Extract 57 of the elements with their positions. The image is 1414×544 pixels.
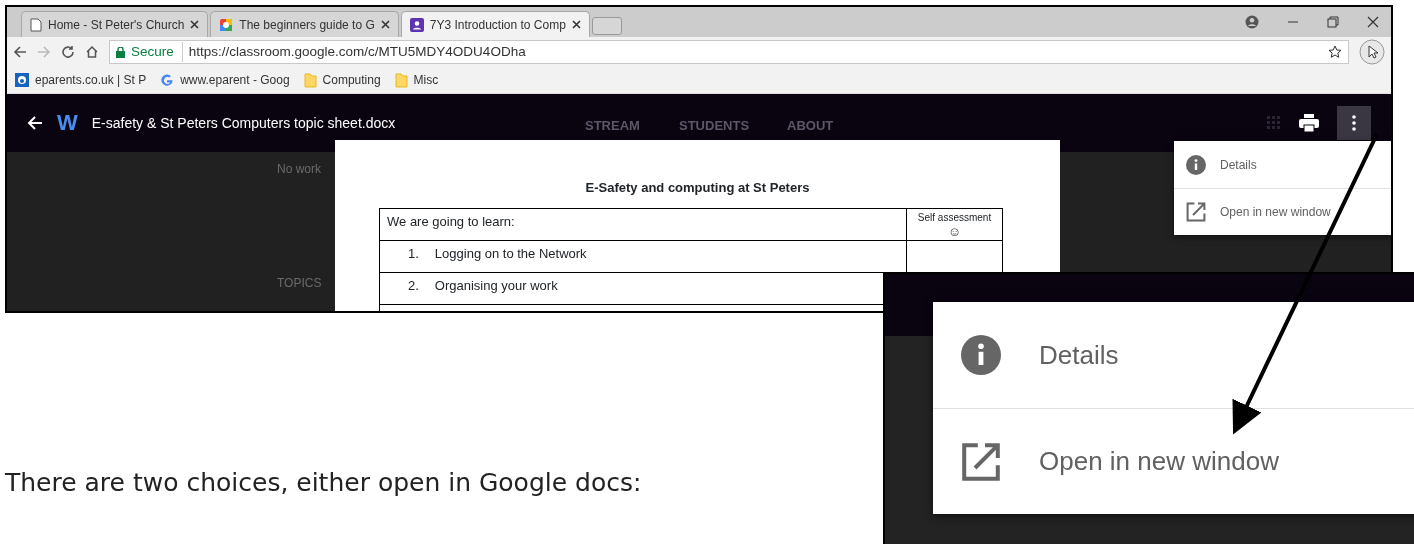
cursor-extension-icon[interactable] — [1359, 39, 1385, 65]
faded-nav-label: STUDENTS — [679, 117, 750, 135]
caption-text: There are two choices, either open in Google docs: — [5, 467, 642, 499]
bookmark[interactable]: Misc — [394, 71, 439, 89]
home-icon[interactable] — [85, 45, 99, 59]
document-heading: E-Safety and computing at St Peters — [584, 179, 811, 197]
file-type-letter: W — [57, 112, 78, 134]
g-logo-icon — [160, 73, 175, 87]
close-icon[interactable] — [1367, 16, 1379, 28]
person-square-icon — [409, 17, 424, 32]
padlock-icon — [116, 46, 125, 58]
list-item-text: Logging on to the Network — [434, 244, 587, 263]
page-icon — [30, 17, 42, 32]
info-icon — [1186, 154, 1206, 175]
menu-item[interactable]: Open in new window — [933, 408, 1414, 514]
faded-nav-label: STREAM — [585, 117, 640, 135]
folder-icon — [394, 72, 408, 88]
faded-notice: No work — [277, 161, 321, 178]
list-item-text: Organising your work — [434, 276, 558, 295]
more-options-button[interactable] — [1337, 106, 1371, 140]
external-link-icon — [961, 441, 1001, 482]
secure-label: Secure — [131, 41, 183, 63]
folder-icon — [303, 72, 317, 88]
menu-item[interactable]: Details — [933, 302, 1414, 408]
account-icon[interactable] — [1245, 15, 1259, 29]
site-icon — [15, 73, 29, 87]
menu-item[interactable]: Details — [1174, 141, 1391, 188]
table-text: We are going to learn: — [387, 213, 515, 229]
bookmark[interactable]: Computing — [303, 71, 381, 89]
vertical-dots-icon — [1352, 115, 1356, 131]
bookmark[interactable]: www.eparent - Goog — [160, 71, 290, 89]
app-grid-icon — [1267, 116, 1281, 130]
external-link-icon — [1186, 202, 1206, 222]
list-number: 2. — [408, 276, 419, 295]
info-icon — [961, 335, 1001, 375]
star-icon[interactable] — [1328, 45, 1342, 59]
smiley-symbol: ☺ — [946, 224, 963, 238]
reload-icon[interactable] — [61, 45, 75, 59]
menu-item[interactable]: Open in new window — [1174, 188, 1391, 235]
close-icon[interactable] — [380, 20, 390, 29]
browser-tab[interactable]: 7Y3 Introduction to Comp — [400, 11, 590, 37]
faded-heading: TOPICS — [277, 275, 322, 292]
close-icon[interactable] — [571, 20, 581, 29]
colorful-square-icon — [219, 17, 234, 32]
back-arrow-icon[interactable] — [13, 45, 27, 59]
restore-icon[interactable] — [1327, 16, 1339, 28]
printer-icon[interactable] — [1299, 114, 1319, 132]
close-icon[interactable] — [190, 20, 200, 29]
browser-tab[interactable]: Home - St Peter's Church — [21, 11, 209, 37]
file-title: E-safety & St Peters Computers topic sheet.docx — [91, 113, 396, 133]
bookmark[interactable]: eparents.co.uk | St P — [15, 71, 147, 89]
address-bar[interactable]: Secure https://classroom.google.com/c/MTU5MDY4ODU4ODha — [109, 40, 1349, 64]
faded-nav-label: ABOUT — [787, 117, 834, 135]
browser-tab[interactable]: The beginners guide to G — [210, 11, 399, 37]
url-text: https://classroom.google.com/c/MTU5MDY4ODU4ODha — [188, 42, 526, 61]
column-heading: Self assessment — [916, 210, 993, 225]
list-number: 1. — [408, 244, 419, 263]
